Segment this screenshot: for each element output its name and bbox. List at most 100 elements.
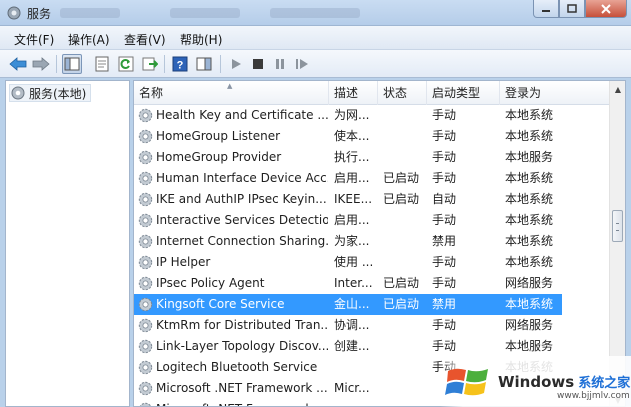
refresh-button[interactable] xyxy=(116,54,136,74)
maximize-button[interactable] xyxy=(559,0,585,18)
service-startup-type-cell: 手动 xyxy=(432,318,457,332)
service-description-cell: 为网... xyxy=(334,108,370,122)
service-status-cell xyxy=(383,105,425,126)
menu-bar: 文件(F) 操作(A) 查看(V) 帮助(H) xyxy=(0,26,631,50)
service-name-cell: Human Interface Device Acc... xyxy=(156,171,328,185)
column-label: 描述 xyxy=(334,86,359,100)
service-name-cell: Microsoft .NET Framework ... xyxy=(156,399,328,406)
service-gear-icon xyxy=(138,318,153,333)
window-controls xyxy=(533,0,627,19)
menu-action[interactable]: 操作(A) xyxy=(68,31,110,48)
service-startup-type-cell: 手动 xyxy=(432,108,457,122)
service-status-cell xyxy=(383,336,425,357)
service-gear-icon xyxy=(138,339,153,354)
menu-view[interactable]: 查看(V) xyxy=(124,31,166,48)
table-row[interactable]: HomeGroup Provider 执行... 手动 本地服务 xyxy=(134,147,610,168)
service-gear-icon xyxy=(138,276,153,291)
document-icon xyxy=(95,56,109,72)
back-arrow-icon xyxy=(9,57,27,71)
table-row[interactable]: Link-Layer Topology Discov... 创建... 手动 本地服务 xyxy=(134,336,610,357)
title-bar: 服务 xyxy=(0,0,631,26)
close-icon xyxy=(601,3,611,14)
services-gear-icon xyxy=(11,86,25,100)
service-name-cell: Health Key and Certificate ... xyxy=(156,108,328,122)
service-startup-type-cell: 手动 xyxy=(432,171,457,185)
properties-button[interactable] xyxy=(92,54,112,74)
service-description-cell xyxy=(334,399,376,406)
action-pane-button[interactable] xyxy=(194,54,214,74)
service-gear-icon xyxy=(138,297,153,312)
service-startup-type-cell: 手动 xyxy=(432,339,457,353)
service-description-cell: 协调... xyxy=(334,318,370,332)
help-icon: ? xyxy=(172,56,188,72)
service-logon-cell: 本地系统 xyxy=(505,192,554,206)
pause-icon xyxy=(276,59,284,69)
service-description-cell: 金山... xyxy=(334,297,370,311)
watermark-url: www.bjjmlv.com xyxy=(557,391,630,401)
close-button[interactable] xyxy=(585,0,627,18)
column-header-startup-type[interactable]: 启动类型 xyxy=(427,81,500,105)
service-name-cell: IPsec Policy Agent xyxy=(156,276,265,290)
service-description-cell: 使用 ... xyxy=(334,255,374,269)
service-gear-icon xyxy=(138,129,153,144)
service-name-cell: HomeGroup Provider xyxy=(156,150,282,164)
service-status-cell: 已启动 xyxy=(383,192,420,206)
column-header-description[interactable]: 描述 xyxy=(329,81,378,105)
restart-service-button[interactable] xyxy=(292,54,312,74)
console-tree-icon xyxy=(64,57,80,71)
menu-help[interactable]: 帮助(H) xyxy=(180,31,222,48)
table-row[interactable]: IKE and AuthIP IPsec Keyin... IKEE... 已启动自… xyxy=(134,189,610,210)
column-label: 状态 xyxy=(383,86,408,100)
table-row[interactable]: IPsec Policy Agent Inter... 已启动 手动 网络服务 xyxy=(134,273,610,294)
blurred-title-text xyxy=(270,8,360,18)
table-row[interactable]: Health Key and Certificate ... 为网... 手动 本地系… xyxy=(134,105,610,126)
service-gear-icon xyxy=(138,108,153,123)
table-row[interactable]: Interactive Services Detection 启用... 手动 本地系… xyxy=(134,210,610,231)
service-logon-cell: 本地系统 xyxy=(505,108,554,122)
scroll-up-arrow-icon[interactable]: ▲ xyxy=(610,81,625,97)
watermark-site: 系统之家 xyxy=(578,376,631,391)
table-row[interactable]: Human Interface Device Acc... 启用... 已启动 手动 本… xyxy=(134,168,610,189)
column-label: 登录为 xyxy=(505,86,542,100)
refresh-icon xyxy=(118,56,134,72)
forward-button[interactable] xyxy=(31,54,51,74)
service-status-cell: 已启动 xyxy=(383,297,420,311)
menu-file[interactable]: 文件(F) xyxy=(14,31,54,48)
service-startup-type-cell: 禁用 xyxy=(432,234,457,248)
start-service-button[interactable] xyxy=(226,54,246,74)
service-description-cell: Micr... xyxy=(334,381,370,395)
service-status-cell xyxy=(383,252,425,273)
column-header-logon-as[interactable]: 登录为 xyxy=(500,81,610,105)
service-logon-cell: 网络服务 xyxy=(505,276,554,290)
table-row[interactable]: Internet Connection Sharing... 为家... 禁用 本地系… xyxy=(134,231,610,252)
blurred-title-text xyxy=(170,8,240,18)
sort-ascending-icon: ▲ xyxy=(227,82,233,90)
pause-service-button[interactable] xyxy=(270,54,290,74)
service-gear-icon xyxy=(138,150,153,165)
windows-logo-icon xyxy=(445,368,488,395)
restart-icon xyxy=(296,59,308,69)
service-startup-type-cell: 自动 xyxy=(432,192,457,206)
show-hide-console-tree-button[interactable] xyxy=(62,54,82,74)
stop-service-button[interactable] xyxy=(248,54,268,74)
service-gear-icon xyxy=(138,360,153,375)
window-title: 服务 xyxy=(27,7,52,21)
minimize-button[interactable] xyxy=(533,0,559,18)
pane-icon xyxy=(196,57,212,71)
table-row[interactable]: IP Helper 使用 ... 手动 本地系统 xyxy=(134,252,610,273)
column-header-status[interactable]: 状态 xyxy=(378,81,427,105)
service-startup-type-cell: 手动 xyxy=(432,150,457,164)
table-row[interactable]: HomeGroup Listener 使本... 手动 本地系统 xyxy=(134,126,610,147)
export-list-button[interactable] xyxy=(140,54,160,74)
service-status-cell xyxy=(383,231,425,252)
table-row[interactable]: KtmRm for Distributed Tran... 协调... 手动 网络服务 xyxy=(134,315,610,336)
back-button[interactable] xyxy=(8,54,28,74)
console-tree: 服务(本地) xyxy=(5,80,130,407)
tree-item-services-local[interactable]: 服务(本地) xyxy=(9,84,92,102)
scrollbar-thumb[interactable] xyxy=(612,210,623,242)
service-description-cell: Inter... xyxy=(334,276,373,290)
table-row[interactable]: Kingsoft Core Service 金山... 已启动 禁用 本地系统 xyxy=(134,294,562,315)
stop-icon xyxy=(253,59,263,69)
help-button[interactable]: ? xyxy=(170,54,190,74)
watermark-brand: Windows xyxy=(498,372,575,391)
